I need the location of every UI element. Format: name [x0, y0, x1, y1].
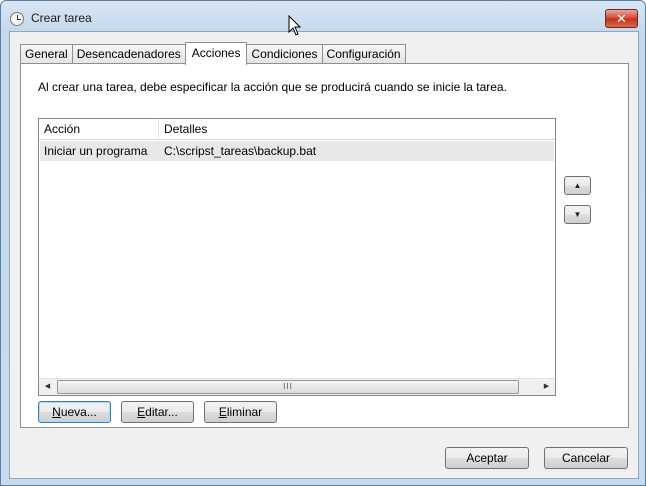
clock-icon — [10, 12, 24, 26]
delete-button[interactable]: Eliminar — [204, 401, 277, 423]
new-label: ueva... — [60, 405, 97, 419]
column-header-action[interactable]: Acción — [39, 119, 159, 140]
actions-list[interactable]: Acción Detalles Iniciar un programa C:\s… — [38, 118, 556, 396]
table-row[interactable]: Iniciar un programa C:\scripst_tareas\ba… — [40, 141, 554, 161]
move-down-button[interactable]: ▼ — [564, 205, 591, 224]
scroll-right-icon[interactable]: ▶ — [538, 379, 555, 395]
dialog-client-area: General Desencadenadores Acciones Condic… — [9, 31, 639, 479]
tab-triggers[interactable]: Desencadenadores — [71, 44, 186, 64]
cancel-button[interactable]: Cancelar — [544, 447, 628, 469]
column-header-details[interactable]: Detalles — [159, 119, 555, 140]
actions-tab-panel: Al crear una tarea, debe especificar la … — [20, 63, 629, 428]
edit-mnemonic: E — [137, 405, 146, 419]
scroll-left-icon[interactable]: ◀ — [39, 379, 56, 395]
title-bar[interactable]: Crear tarea ✕ — [1, 1, 645, 35]
mouse-cursor-icon — [288, 15, 302, 36]
create-task-window: Crear tarea ✕ General Desencadenadores A… — [0, 0, 646, 486]
accept-button[interactable]: Aceptar — [445, 447, 529, 469]
horizontal-scrollbar[interactable]: ◀ III ▶ — [39, 378, 555, 395]
edit-button[interactable]: Editar... — [121, 401, 194, 423]
arrow-up-icon: ▲ — [573, 181, 582, 190]
list-header: Acción Detalles — [39, 119, 555, 140]
tab-general[interactable]: General — [20, 44, 73, 64]
row-details-cell: C:\scripst_tareas\backup.bat — [164, 144, 317, 158]
delete-mnemonic: E — [218, 405, 227, 419]
arrow-down-icon: ▼ — [573, 210, 582, 219]
scroll-thumb[interactable]: III — [57, 380, 519, 394]
window-title: Crear tarea — [31, 11, 92, 25]
new-button[interactable]: Nueva... — [38, 401, 111, 423]
new-mnemonic: N — [52, 405, 61, 419]
delete-label: liminar — [226, 405, 263, 419]
move-up-button[interactable]: ▲ — [564, 176, 591, 195]
row-action-cell: Iniciar un programa — [44, 144, 148, 158]
tab-strip: General Desencadenadores Acciones Condic… — [20, 42, 406, 65]
tab-actions[interactable]: Acciones — [184, 42, 248, 65]
edit-label: ditar... — [145, 405, 178, 419]
close-button[interactable]: ✕ — [605, 9, 638, 28]
tab-settings[interactable]: Configuración — [321, 44, 406, 64]
actions-description: Al crear una tarea, debe especificar la … — [38, 80, 507, 94]
tab-conditions[interactable]: Condiciones — [246, 44, 323, 64]
